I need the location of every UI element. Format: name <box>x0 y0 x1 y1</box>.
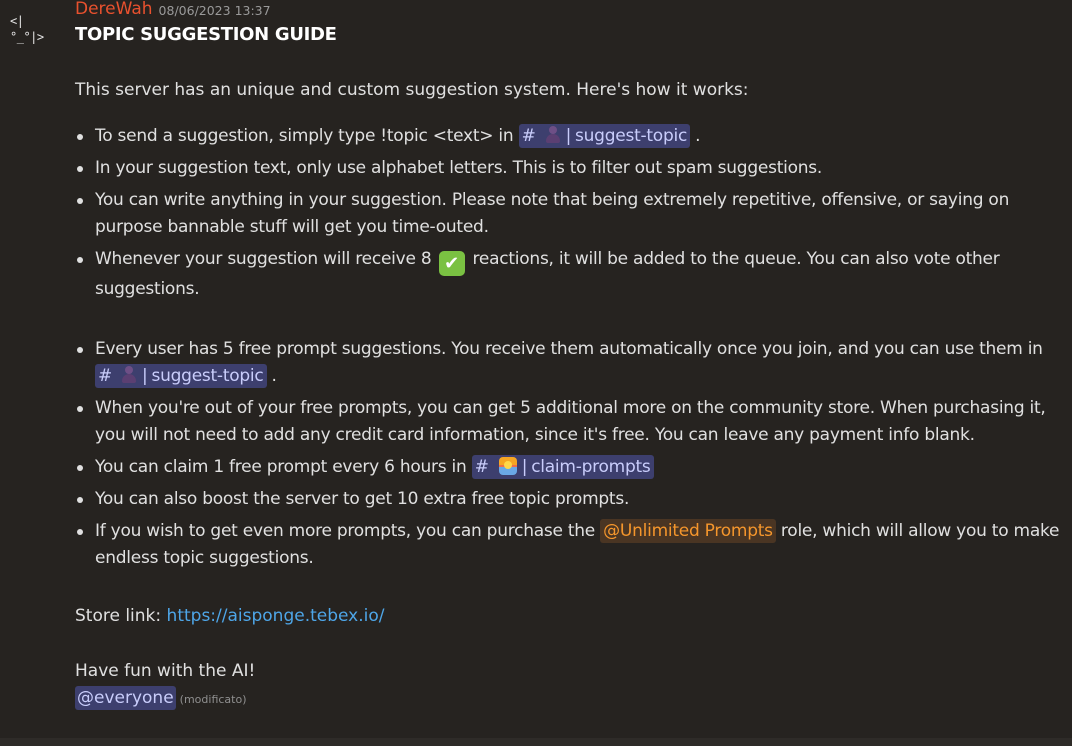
message-title: TOPIC SUGGESTION GUIDE <box>75 24 337 45</box>
list-item: Every user has 5 free prompt suggestions… <box>75 336 1065 390</box>
message-header: DereWah 08/06/2023 13:37 <box>75 0 1065 20</box>
message-content: DereWah 08/06/2023 13:37 TOPIC SUGGESTION… <box>75 0 1065 713</box>
channel-separator: | <box>142 366 148 386</box>
channel-mention-claim-prompts[interactable]: # | claim-prompts <box>471 455 654 479</box>
list-item: You can claim 1 free prompt every 6 hour… <box>75 454 1065 481</box>
channel-mention-suggest-topic[interactable]: # | suggest-topic <box>518 124 691 148</box>
list-item-text: Whenever your suggestion will receive 8 <box>95 249 432 269</box>
hash-icon: # <box>521 126 536 146</box>
list-item: Whenever your suggestion will receive 8 … <box>75 246 1065 303</box>
role-mention-unlimited-prompts[interactable]: @Unlimited Prompts <box>600 519 776 543</box>
chat-message: <|°_°|> DereWah 08/06/2023 13:37 TOPIC SU… <box>0 0 1072 746</box>
list-item-text: If you wish to get even more prompts, yo… <box>95 521 595 541</box>
check-mark-emoji-icon: ✔ <box>438 251 465 276</box>
rules-list-first: To send a suggestion, simply type !topic… <box>75 123 1065 303</box>
hash-icon: # <box>474 457 489 477</box>
bottom-divider <box>0 738 1072 746</box>
store-link[interactable]: https://aisponge.tebex.io/ <box>167 606 385 626</box>
channel-separator: | <box>565 126 572 146</box>
channel-mention-suggest-topic[interactable]: # | suggest-topic <box>95 364 267 388</box>
list-item-text-end: . <box>695 126 701 146</box>
list-item: You can also boost the server to get 10 … <box>75 486 1065 513</box>
list-item: To send a suggestion, simply type !topic… <box>75 123 1065 150</box>
list-item-text: Every user has 5 free prompt suggestions… <box>95 339 1043 359</box>
channel-separator: | <box>521 457 528 477</box>
author-name[interactable]: DereWah <box>75 0 153 19</box>
hash-icon: # <box>98 366 112 386</box>
list-item-text: To send a suggestion, simply type !topic… <box>95 126 514 146</box>
person-emoji-icon <box>545 126 560 143</box>
list-item: You can write anything in your suggestio… <box>75 187 1065 241</box>
sunrise-emoji-icon <box>498 457 517 475</box>
everyone-mention[interactable]: @everyone <box>75 686 176 710</box>
list-item-text: You can also boost the server to get 10 … <box>95 489 630 509</box>
list-item-text: In your suggestion text, only use alphab… <box>95 158 823 178</box>
store-link-line: Store link: https://aisponge.tebex.io/ <box>75 603 1065 630</box>
avatar[interactable]: <|°_°|> <box>10 13 54 44</box>
closing-text: Have fun with the AI! <box>75 661 256 681</box>
intro-text: This server has an unique and custom sug… <box>75 80 749 100</box>
list-item-text-end: . <box>271 366 277 386</box>
message-timestamp: 08/06/2023 13:37 <box>158 3 271 18</box>
channel-name: suggest-topic <box>575 126 688 146</box>
list-item: In your suggestion text, only use alphab… <box>75 155 1065 182</box>
rules-list-second: Every user has 5 free prompt suggestions… <box>75 336 1065 572</box>
list-item: When you're out of your free prompts, yo… <box>75 395 1065 449</box>
list-item: If you wish to get even more prompts, yo… <box>75 518 1065 572</box>
store-label: Store link: <box>75 606 162 626</box>
list-item-text: You can claim 1 free prompt every 6 hour… <box>95 457 467 477</box>
person-emoji-icon <box>122 366 136 383</box>
channel-name: suggest-topic <box>151 366 264 386</box>
edited-label: (modificato) <box>179 693 247 706</box>
mention-line: @everyone (modificato) <box>75 685 1065 713</box>
list-item-text: You can write anything in your suggestio… <box>95 190 1010 237</box>
list-item-text: When you're out of your free prompts, yo… <box>95 398 1046 445</box>
channel-name: claim-prompts <box>531 457 651 477</box>
